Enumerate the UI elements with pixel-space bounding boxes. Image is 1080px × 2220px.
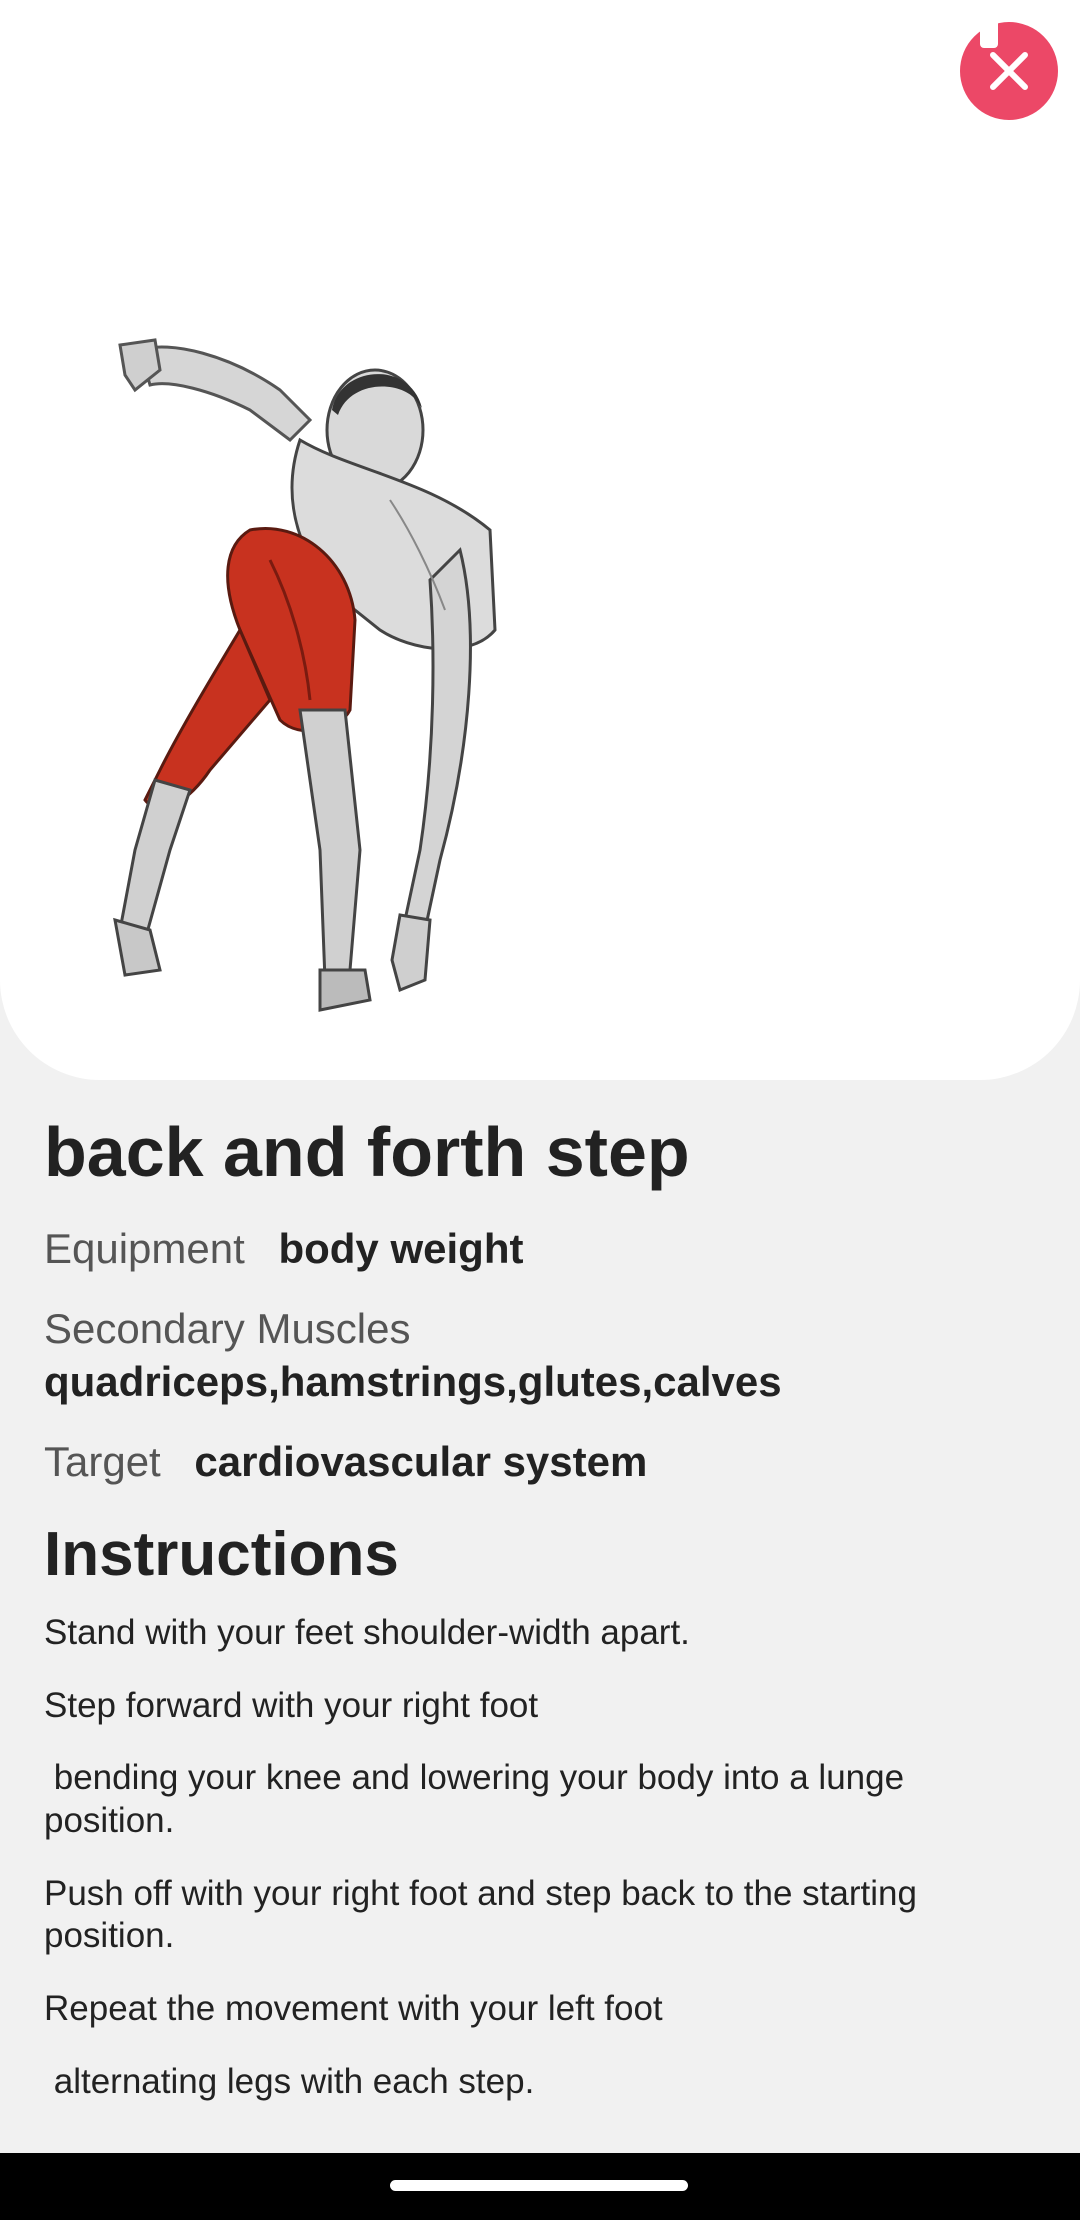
close-button-notch [980,22,998,48]
instruction-step: Repeat the movement with your left foot [44,1989,663,2029]
instruction-step: Step forward with your right foot [44,1685,539,1725]
exercise-details: back and forth step Equipment body weigh… [44,1110,1044,2133]
close-icon [990,52,1028,90]
target-row: Target cardiovascular system [44,1437,1044,1487]
instructions-list: Stand with your feet shoulder-width apar… [44,1612,1044,2104]
equipment-label: Equipment [44,1225,245,1272]
exercise-image-card [0,0,1080,1080]
exercise-title: back and forth step [44,1113,690,1191]
secondary-muscles-row: Secondary Muscles quadriceps,hamstrings,… [44,1304,1044,1407]
equipment-value: body weight [278,1225,524,1272]
instruction-step: Stand with your feet shoulder-width apar… [44,1612,690,1652]
home-gesture-handle[interactable] [390,2180,688,2191]
target-label: Target [44,1438,161,1486]
close-button[interactable] [960,22,1058,120]
exercise-detail-screen: back and forth step Equipment body weigh… [0,0,1080,2220]
equipment-row: Equipment body weight [44,1224,1044,1274]
target-value: cardiovascular system [194,1438,648,1486]
secondary-muscles-label: Secondary Muscles [44,1305,411,1353]
instructions-heading: Instructions [44,1519,399,1589]
instruction-step: Push off with your right foot and step b… [44,1873,927,1956]
instruction-step: bending your knee and lowering your body… [44,1758,914,1841]
instruction-step: alternating legs with each step. [44,2061,535,2101]
secondary-muscles-value: quadriceps,hamstrings,glutes,calves [44,1357,782,1405]
exercise-illustration [113,338,497,1012]
